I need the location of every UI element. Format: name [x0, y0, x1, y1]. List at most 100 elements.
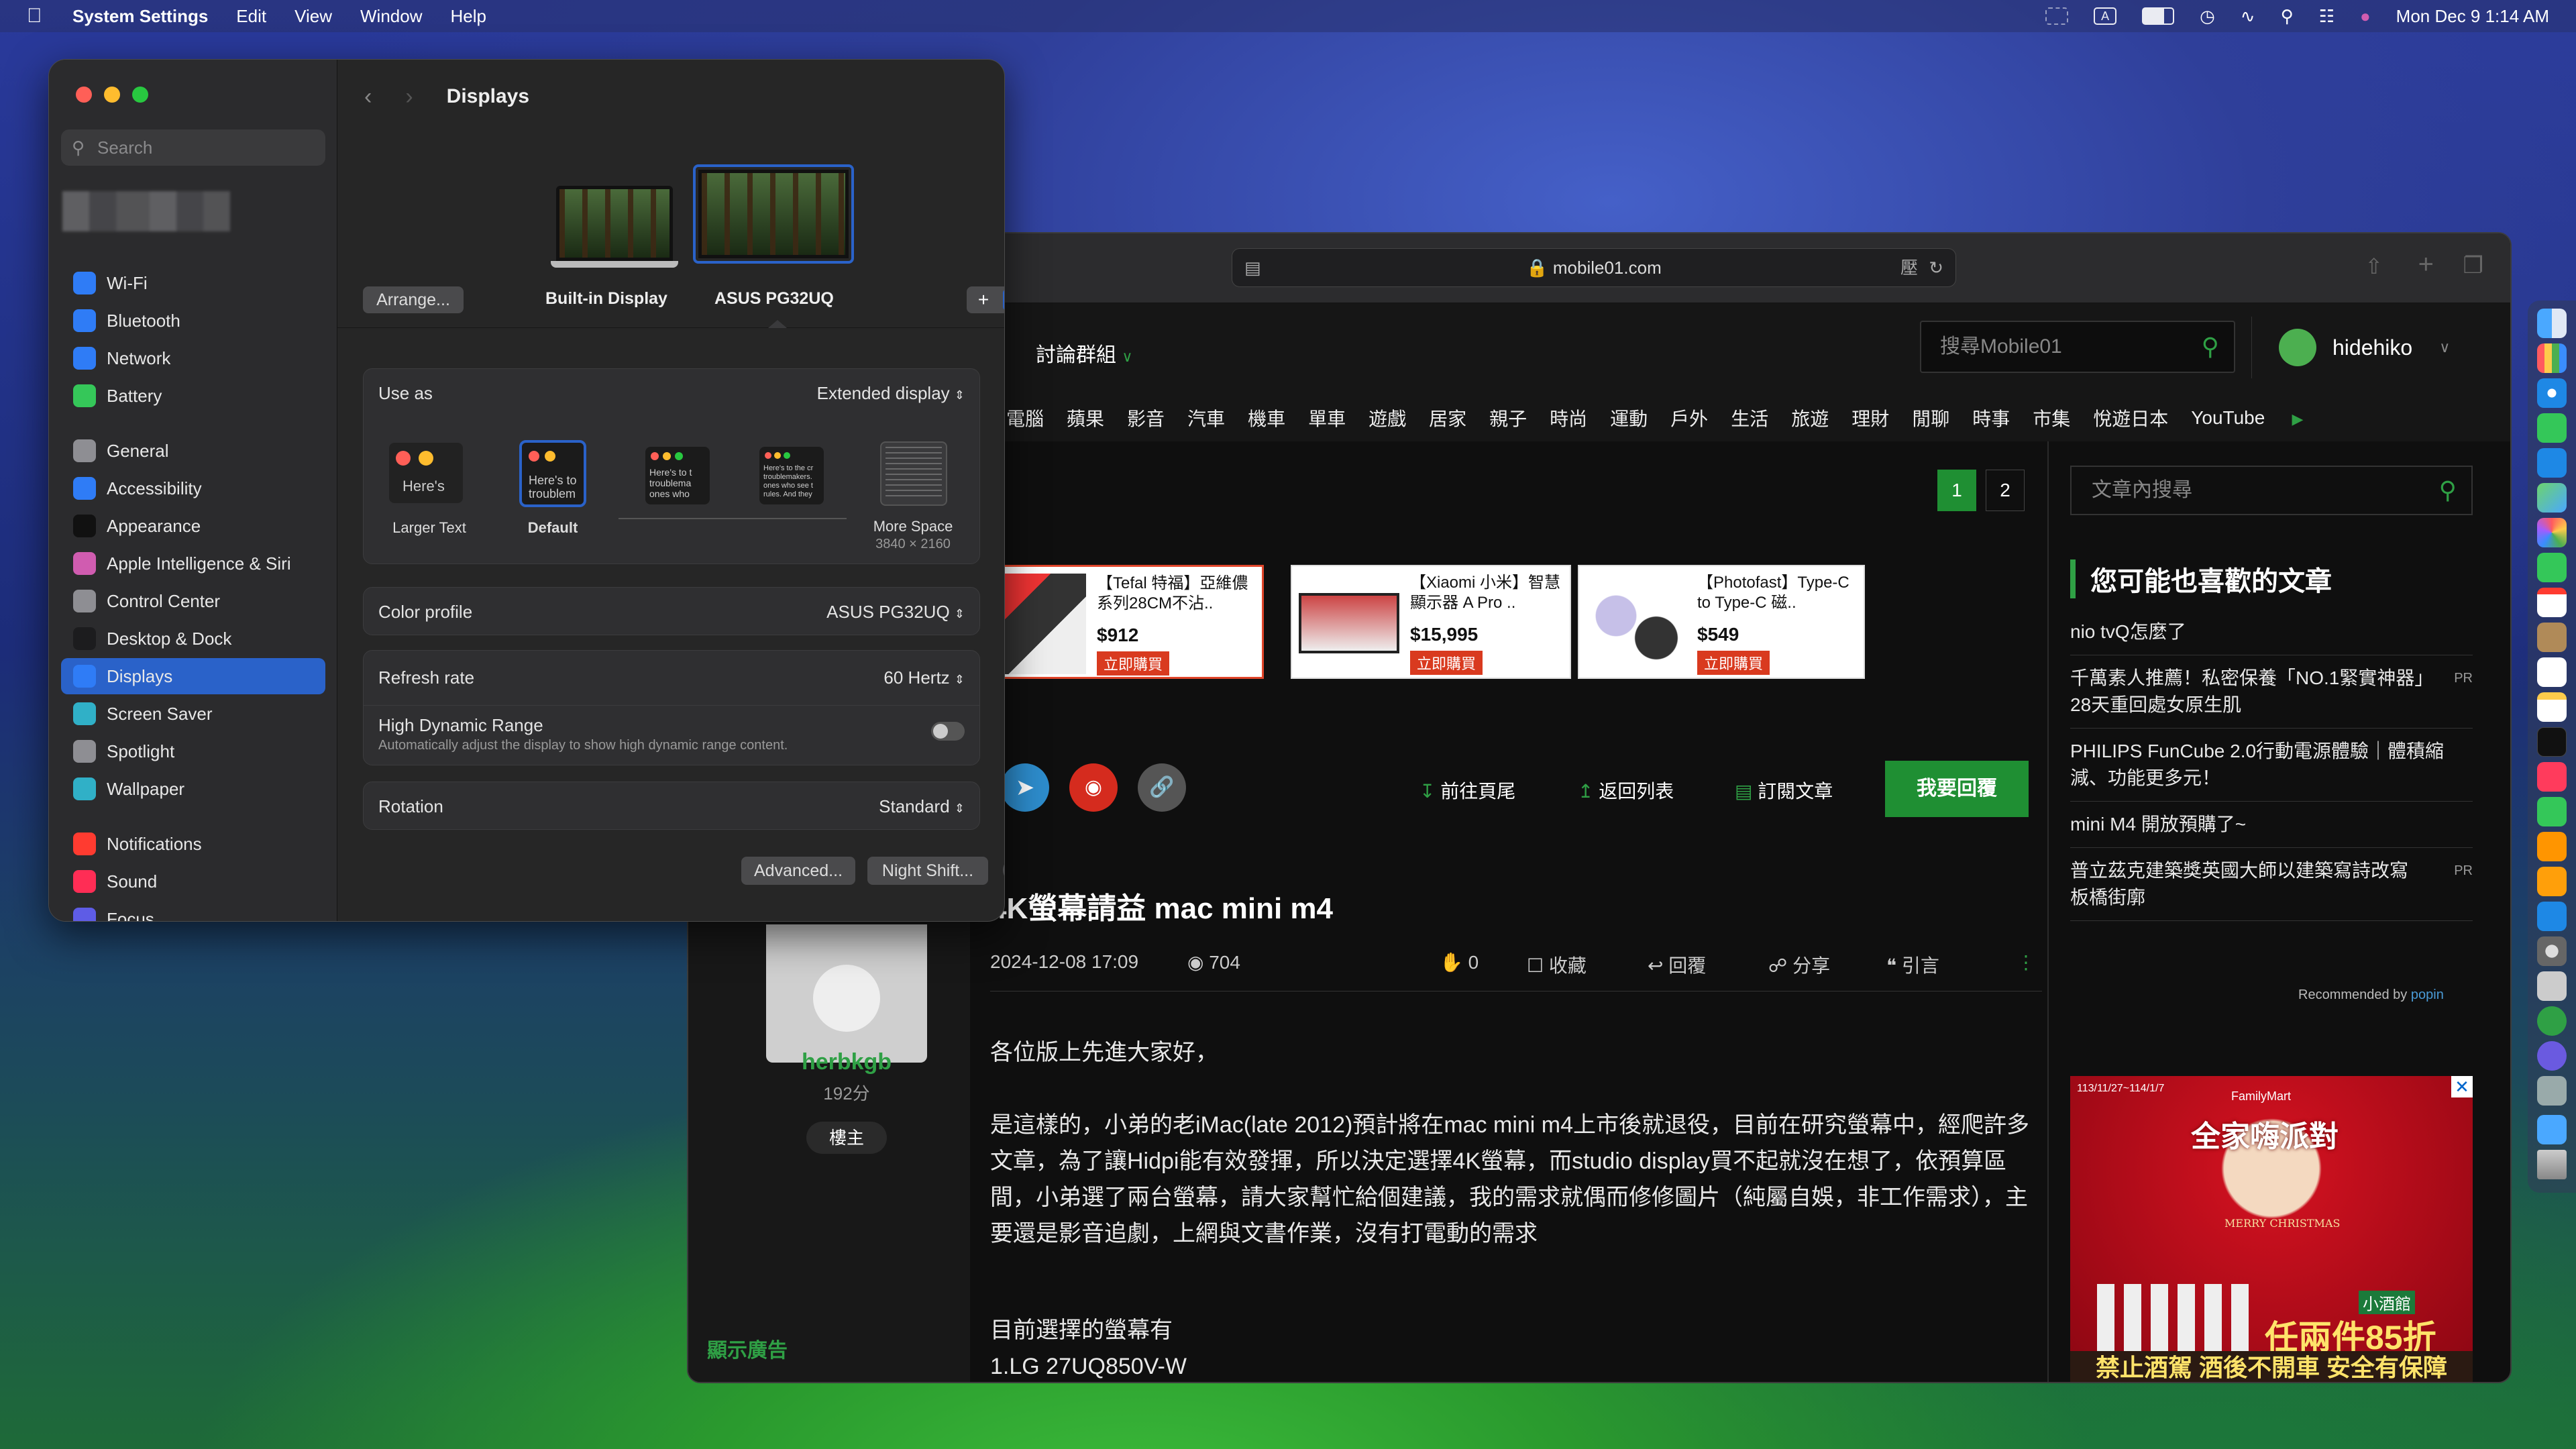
category-link[interactable]: 蘋果 — [1067, 405, 1104, 431]
back-chevron-icon[interactable]: ‹ — [364, 84, 372, 110]
category-link[interactable]: 影音 — [1127, 405, 1165, 431]
appletv-icon[interactable] — [2537, 727, 2567, 757]
author-avatar[interactable] — [766, 924, 927, 1063]
trash-icon[interactable] — [2537, 1150, 2567, 1179]
stage-manager-icon[interactable] — [2045, 7, 2069, 25]
translate-icon[interactable]: 壓 — [1900, 249, 1918, 286]
category-link[interactable]: 時尚 — [1550, 405, 1587, 431]
messages-icon[interactable] — [2537, 413, 2567, 443]
related-link[interactable]: PHILIPS FunCube 2.0行動電源體驗｜體積縮減、功能更多元！ — [2070, 729, 2473, 802]
sidebar-item-spotlight[interactable]: Spotlight — [61, 733, 325, 769]
arrange-button[interactable]: Arrange... — [363, 286, 464, 313]
apple-account-redacted[interactable] — [62, 191, 230, 231]
ad-card[interactable]: 【Photofast】Type-C to Type-C 磁.. $549 立即購… — [1578, 565, 1865, 679]
green-app-icon[interactable] — [2537, 1006, 2567, 1036]
rotation-select[interactable]: Standard ⇕ — [879, 796, 965, 817]
time-machine-icon[interactable]: ◷ — [2200, 6, 2215, 27]
menu-help[interactable]: Help — [450, 6, 486, 27]
search-icon[interactable]: ⚲ — [2202, 322, 2219, 372]
goto-bottom-link[interactable]: ↧ 前往頁尾 — [1419, 777, 1515, 804]
recommended-by[interactable]: Recommended by popin — [2298, 987, 2444, 1003]
back-list-link[interactable]: ↥ 返回列表 — [1578, 777, 1674, 804]
forum-group-menu[interactable]: 討論群組 ∨ — [1036, 338, 1132, 368]
share-icon[interactable]: ⇧ — [2365, 254, 2383, 279]
purple-app-icon[interactable] — [2537, 1041, 2567, 1071]
category-link[interactable]: 電腦 — [1006, 405, 1044, 431]
color-profile-select[interactable]: ASUS PG32UQ ⇕ — [826, 602, 965, 623]
sidebar-item-network[interactable]: Network — [61, 340, 325, 376]
article-search-input[interactable]: 文章內搜尋 ⚲ — [2070, 466, 2473, 515]
resolution-slider-track[interactable] — [619, 518, 847, 519]
facetime-icon[interactable] — [2537, 553, 2567, 582]
sidebar-item-general[interactable]: General — [61, 433, 325, 469]
category-link[interactable]: 市集 — [2033, 405, 2070, 431]
siri-menu-icon[interactable]: ● — [2360, 6, 2371, 27]
resolution-option-3[interactable]: Here's to t troublema ones who — [645, 447, 710, 504]
category-link[interactable]: 單車 — [1308, 405, 1346, 431]
sidebar-item-displays[interactable]: Displays — [61, 658, 325, 694]
contacts-icon[interactable] — [2537, 623, 2567, 652]
related-link[interactable]: 普立茲克建築獎英國大師以建築寫詩改寫板橋街廓 PR — [2070, 848, 2473, 921]
hdr-toggle[interactable] — [931, 722, 965, 741]
tab-overview-icon[interactable]: ❐ — [2463, 252, 2483, 279]
promo-ad[interactable]: ✕ 113/11/27~114/1/7 FamilyMart 全家嗨派對 MER… — [2070, 1076, 2473, 1382]
sidebar-item-accessibility[interactable]: Accessibility — [61, 470, 325, 506]
preview-icon[interactable] — [2537, 1076, 2567, 1106]
refresh-rate-select[interactable]: 60 Hertz ⇕ — [883, 667, 965, 688]
sidebar-item-battery[interactable]: Battery — [61, 378, 325, 414]
pages-icon[interactable] — [2537, 832, 2567, 861]
page-button-current[interactable]: 1 — [1937, 470, 1976, 511]
mail-icon[interactable] — [2537, 448, 2567, 478]
category-link[interactable]: 戶外 — [1670, 405, 1708, 431]
category-link-youtube[interactable]: YouTube ▶ — [2191, 407, 2326, 429]
category-link[interactable]: 理財 — [1851, 405, 1889, 431]
notes-icon[interactable] — [2537, 692, 2567, 722]
category-link[interactable]: 生活 — [1731, 405, 1768, 431]
safari-icon[interactable] — [2537, 378, 2567, 408]
share-link[interactable]: ☍ 分享 — [1768, 951, 1830, 978]
category-link[interactable]: 遊戲 — [1368, 405, 1406, 431]
reply-button[interactable]: 我要回覆 — [1885, 761, 2029, 817]
weibo-share-icon[interactable]: ◉ — [1069, 763, 1118, 812]
photos-icon[interactable] — [2537, 518, 2567, 547]
ad-cta[interactable]: 立即購買 — [1097, 651, 1170, 676]
related-link[interactable]: mini M4 開放預購了~ — [2070, 802, 2473, 848]
sidebar-item-desktop-dock[interactable]: Desktop & Dock — [61, 621, 325, 657]
system-settings-icon[interactable] — [2537, 936, 2567, 966]
category-link[interactable]: 居家 — [1429, 405, 1466, 431]
site-search-input[interactable]: 搜尋Mobile01 ⚲ — [1920, 321, 2235, 373]
sidebar-item-focus[interactable]: Focus — [61, 901, 325, 921]
input-source-icon[interactable]: A — [2094, 7, 2117, 25]
user-menu[interactable]: hidehiko ∨ — [2251, 317, 2506, 378]
builtin-display-thumb[interactable] — [551, 186, 678, 272]
related-link[interactable]: nio tvQ怎麼了 — [2070, 609, 2473, 655]
close-window-button[interactable] — [76, 87, 92, 103]
app-store-icon[interactable] — [2537, 902, 2567, 931]
ad-card[interactable]: 【Xiaomi 小米】智慧顯示器 A Pro .. $15,995 立即購買 — [1291, 565, 1571, 679]
menu-app-name[interactable]: System Settings — [72, 6, 208, 27]
minimize-window-button[interactable] — [104, 87, 120, 103]
quote-link[interactable]: ❝ 引言 — [1886, 951, 1939, 978]
sidebar-item-notifications[interactable]: Notifications — [61, 826, 325, 862]
menu-view[interactable]: View — [294, 6, 332, 27]
sidebar-item-apple-intelligence-siri[interactable]: Apple Intelligence & Siri — [61, 545, 325, 582]
copy-link-icon[interactable]: 🔗 — [1138, 763, 1186, 812]
apple-icon[interactable]:  — [27, 5, 46, 27]
keynote-icon[interactable] — [2537, 867, 2567, 896]
ad-cta[interactable]: 立即購買 — [1697, 651, 1770, 675]
like-button[interactable]: ✋ 0 — [1440, 951, 1479, 973]
reply-link[interactable]: ↩ 回覆 — [1648, 951, 1706, 978]
sidebar-item-sound[interactable]: Sound — [61, 863, 325, 900]
category-link[interactable]: 汽車 — [1187, 405, 1225, 431]
reminders-icon[interactable] — [2537, 657, 2567, 687]
use-as-select[interactable]: Extended display ⇕ — [817, 383, 965, 404]
finder-icon[interactable] — [2537, 309, 2567, 338]
spotlight-search-icon[interactable]: ⚲ — [2281, 6, 2294, 27]
address-bar[interactable]: ▤ 🔒 mobile01.com 壓 ↻ — [1232, 248, 1956, 287]
music-icon[interactable] — [2537, 762, 2567, 792]
resolution-default[interactable]: Here's to troublem — [519, 440, 586, 507]
sidebar-item-wallpaper[interactable]: Wallpaper — [61, 771, 325, 807]
sidebar-item-screen-saver[interactable]: Screen Saver — [61, 696, 325, 732]
menu-edit[interactable]: Edit — [236, 6, 266, 27]
new-tab-icon[interactable]: + — [2418, 250, 2434, 280]
